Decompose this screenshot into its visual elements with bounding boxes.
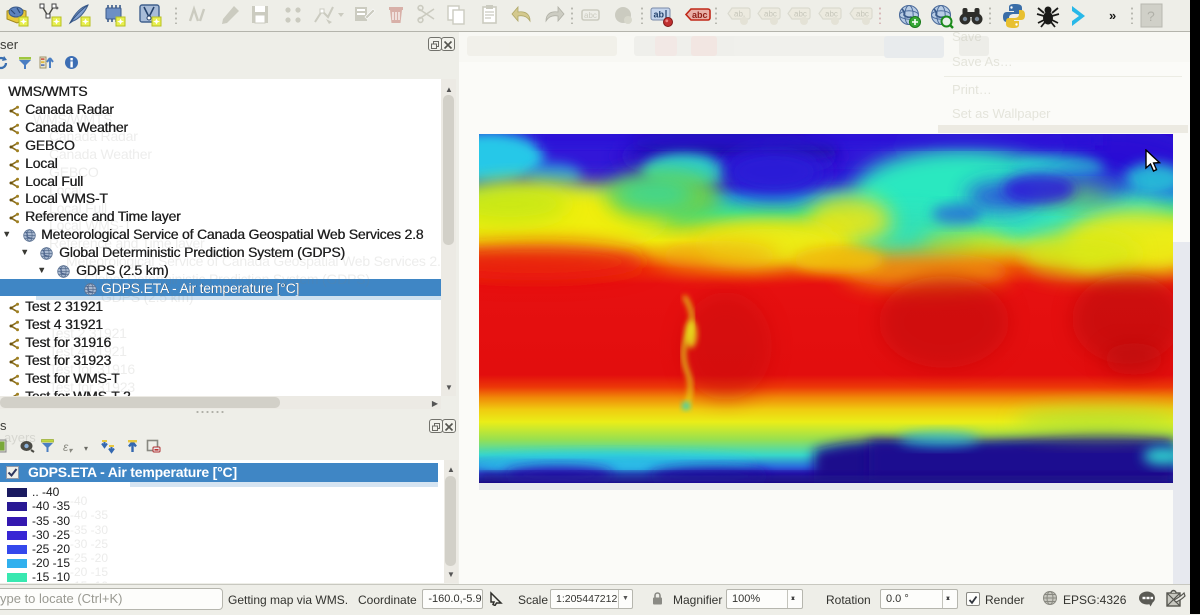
svg-text:ab: ab [654,10,665,20]
svg-text:?: ? [1147,8,1155,24]
svg-text:abc: abc [584,11,597,20]
svg-text:abc: abc [692,10,708,20]
svg-text:»: » [1109,8,1116,23]
